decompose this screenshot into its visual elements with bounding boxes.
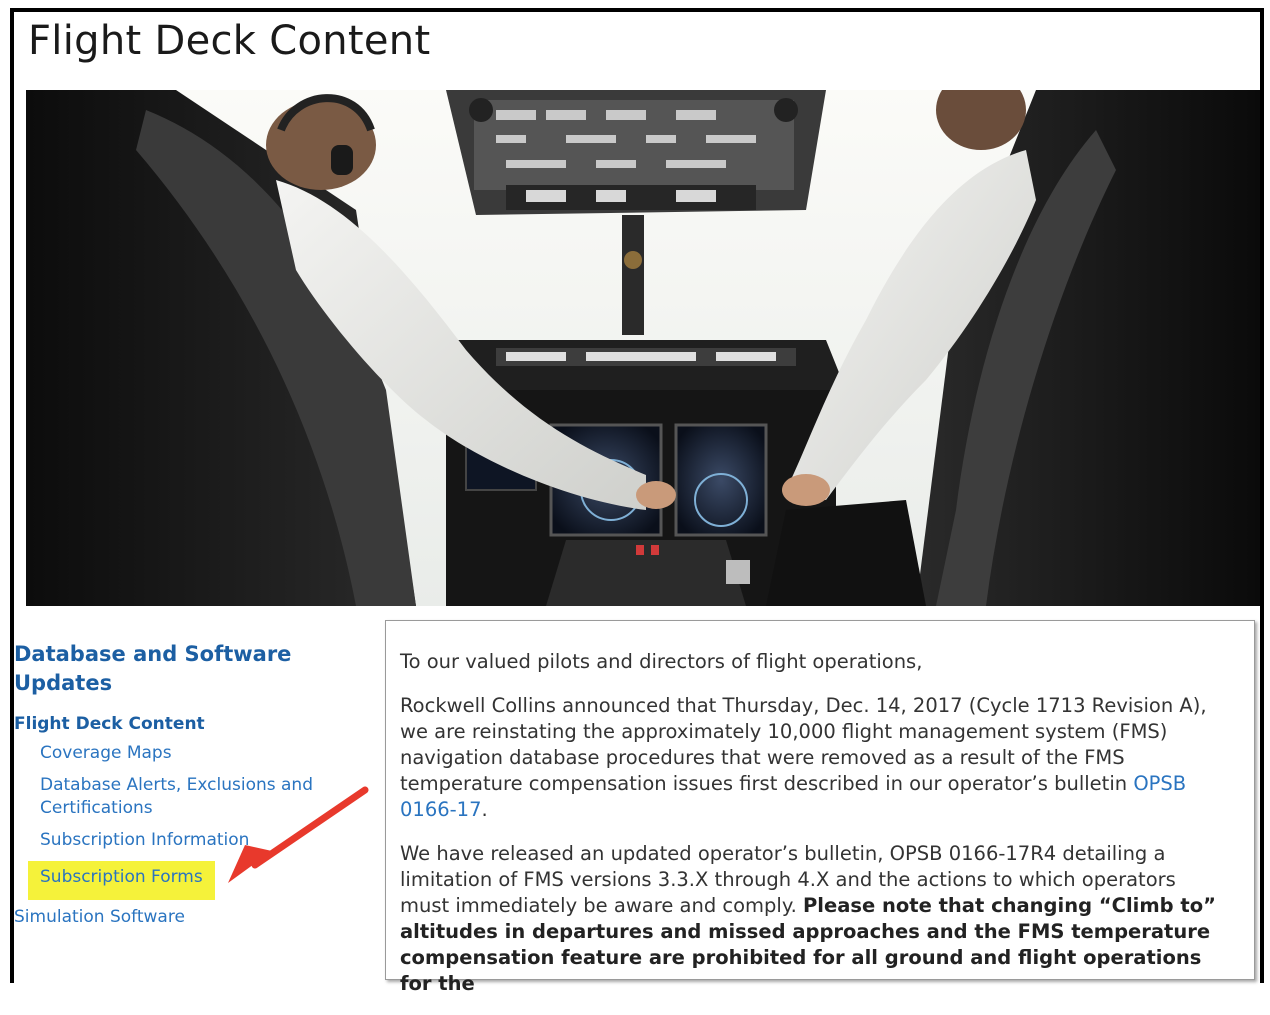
sidebar-section-flight-deck-content[interactable]: Flight Deck Content: [14, 712, 364, 736]
sidebar-item-simulation-software[interactable]: Simulation Software: [14, 906, 364, 929]
paragraph-end: .: [481, 798, 488, 821]
annotation-arrow-icon: [210, 775, 370, 885]
sidebar-item-coverage-maps[interactable]: Coverage Maps: [14, 742, 364, 765]
paragraph-reinstating: Rockwell Collins announced that Thursday…: [400, 693, 1220, 823]
sidebar-heading[interactable]: Database and Software Updates: [14, 640, 364, 698]
announcement-panel: To our valued pilots and directors of fl…: [385, 620, 1255, 995]
highlighted-label: Subscription Forms: [28, 861, 215, 900]
paragraph-text: Rockwell Collins announced that Thursday…: [400, 694, 1207, 795]
hero-cockpit-image: [26, 90, 1260, 606]
greeting-text: To our valued pilots and directors of fl…: [400, 650, 923, 673]
paragraph-bulletin: We have released an updated operator’s b…: [400, 841, 1220, 997]
sidebar-item-subscription-forms[interactable]: Subscription Forms: [28, 861, 228, 900]
page-title: Flight Deck Content: [28, 18, 431, 64]
announcement-content: To our valued pilots and directors of fl…: [400, 649, 1220, 1015]
